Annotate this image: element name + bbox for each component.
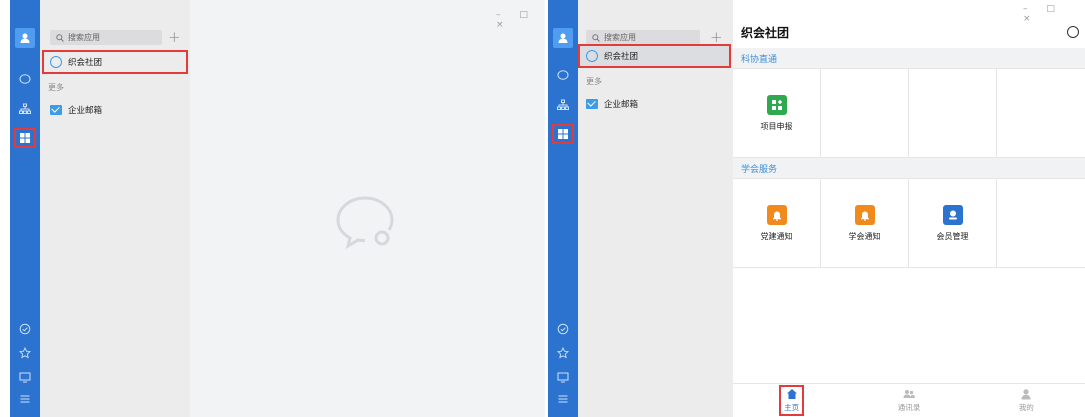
mail-icon: [586, 99, 598, 109]
circle-app-icon: [586, 50, 598, 62]
todo-check-icon[interactable]: [556, 322, 570, 336]
search-input[interactable]: 搜索应用: [50, 30, 162, 45]
tab-mine[interactable]: 我的: [968, 384, 1085, 417]
home-icon: [786, 389, 797, 399]
search-placeholder: 搜索应用: [68, 33, 100, 42]
bell-icon: [854, 204, 875, 225]
star-icon[interactable]: [556, 346, 570, 360]
mail-item-label: 企业邮箱: [68, 106, 103, 116]
message-icon[interactable]: [556, 68, 570, 82]
section-grid-xuehui: 党建通知 学会通知 会员管理: [733, 178, 1085, 268]
apps-grid-icon[interactable]: [556, 127, 570, 141]
bell-icon: [766, 204, 787, 225]
org-chart-icon[interactable]: [556, 98, 570, 112]
screen-share-icon[interactable]: [18, 370, 32, 384]
tab-label: 我的: [1018, 403, 1034, 412]
right-app-list-pane: 搜索应用 + 织会社团 更多 企业邮箱: [578, 0, 733, 417]
app-item-mail[interactable]: 企业邮箱: [586, 94, 638, 114]
tab-home-highlight-box: 主页: [779, 385, 805, 416]
app-item-label: 织会社团: [68, 58, 103, 68]
search-placeholder: 搜索应用: [604, 33, 636, 42]
left-empty-main-pane: – □ ×: [190, 0, 545, 417]
right-nav-rail: [548, 0, 578, 417]
member-icon: [942, 204, 963, 225]
tile-label: 项目申报: [760, 121, 793, 131]
empty-tile: [997, 179, 1085, 267]
bottom-tab-bar: 主页 通讯录 我的: [733, 383, 1085, 417]
mail-icon: [50, 105, 62, 115]
message-icon[interactable]: [18, 72, 32, 86]
more-label: 更多: [48, 83, 64, 92]
search-icon: [56, 33, 64, 42]
left-nav-rail: [10, 0, 40, 417]
project-report-icon: [766, 94, 787, 115]
tile-label: 学会通知: [848, 231, 881, 241]
user-icon: [558, 33, 568, 43]
section-grid-kexie: 项目申报: [733, 68, 1085, 158]
empty-tile: [821, 69, 909, 157]
section-header-kexie: 科协直通: [733, 48, 1085, 68]
app-item-zhihui[interactable]: 织会社团: [50, 52, 102, 72]
org-chart-icon[interactable]: [18, 102, 32, 116]
app-item-zhihui[interactable]: 织会社团: [586, 46, 638, 66]
empty-tile: [997, 69, 1085, 157]
app-tile-member-management[interactable]: 会员管理: [909, 179, 997, 267]
app-tile-party-notice[interactable]: 党建通知: [733, 179, 821, 267]
avatar[interactable]: [553, 28, 573, 48]
app-tile-project-report[interactable]: 项目申报: [733, 69, 821, 157]
menu-icon[interactable]: [18, 392, 32, 406]
todo-check-icon[interactable]: [18, 322, 32, 336]
zhihui-app-panel: – □ × 织会社团 科协直通 项目申报 学会服务 党建通知 学会通知 会员管理…: [733, 0, 1085, 417]
more-label: 更多: [586, 77, 602, 86]
compass-icon[interactable]: [1067, 26, 1079, 38]
window-controls[interactable]: – □ ×: [496, 10, 545, 30]
tab-home[interactable]: 主页: [733, 384, 850, 417]
app-tile-society-notice[interactable]: 学会通知: [821, 179, 909, 267]
add-app-button[interactable]: +: [168, 28, 181, 46]
tab-contacts[interactable]: 通讯录: [850, 384, 967, 417]
empty-tile: [909, 69, 997, 157]
tile-label: 党建通知: [760, 231, 793, 241]
user-icon: [1021, 389, 1031, 400]
user-icon: [20, 33, 30, 43]
window-controls[interactable]: – □ ×: [1023, 4, 1085, 24]
contacts-icon: [903, 390, 915, 398]
star-icon[interactable]: [18, 346, 32, 360]
left-app-list-pane: 搜索应用 + 织会社团 更多 企业邮箱: [40, 0, 190, 417]
section-header-xuehui: 学会服务: [733, 158, 1085, 178]
apps-grid-icon[interactable]: [18, 131, 32, 145]
tab-label: 主页: [784, 403, 800, 412]
tab-label: 通讯录: [897, 403, 921, 412]
app-item-label: 织会社团: [604, 52, 639, 62]
app-item-mail[interactable]: 企业邮箱: [50, 100, 102, 120]
circle-app-icon: [50, 56, 62, 68]
mail-item-label: 企业邮箱: [604, 100, 639, 110]
avatar[interactable]: [15, 28, 35, 48]
screen-share-icon[interactable]: [556, 370, 570, 384]
tile-label: 会员管理: [936, 231, 969, 241]
search-icon: [592, 33, 600, 42]
app-title: 织会社团: [741, 26, 790, 40]
empty-chat-watermark-icon: [336, 196, 394, 250]
search-input[interactable]: 搜索应用: [586, 30, 700, 45]
menu-icon[interactable]: [556, 392, 570, 406]
